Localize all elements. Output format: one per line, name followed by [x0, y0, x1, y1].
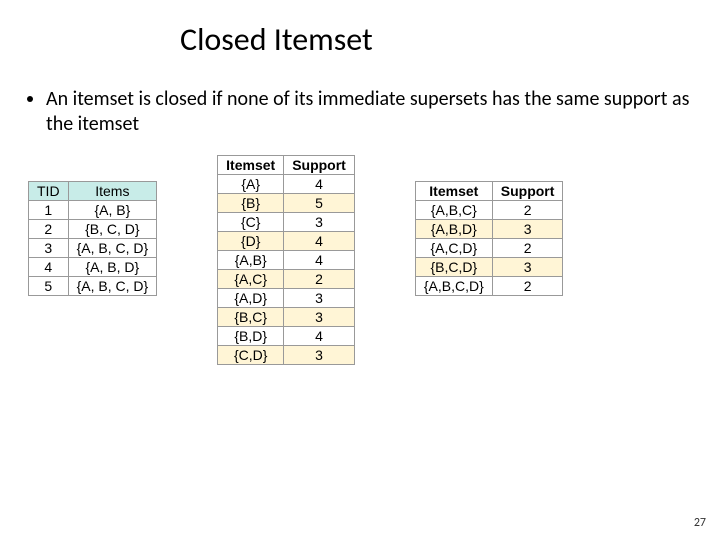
table-row: {A,C}2	[218, 270, 355, 289]
table-row: 4{A, B, D}	[29, 258, 157, 277]
th-support: Support	[284, 156, 355, 175]
th-items: Items	[68, 182, 157, 201]
table-row: 2{B, C, D}	[29, 220, 157, 239]
tables-container: TID Items 1{A, B} 2{B, C, D} 3{A, B, C, …	[0, 137, 720, 365]
table-header-row: TID Items	[29, 182, 157, 201]
table-header-row: Itemset Support	[218, 156, 355, 175]
slide-title: Closed Itemset	[0, 0, 720, 59]
table-row: {A,D}3	[218, 289, 355, 308]
itemset-support-table-1-2: Itemset Support {A}4 {B}5 {C}3 {D}4 {A,B…	[217, 155, 355, 365]
table-row: {A,B}4	[218, 251, 355, 270]
itemset-support-table-3-4: Itemset Support {A,B,C}2 {A,B,D}3 {A,C,D…	[415, 181, 564, 296]
table-row: {C}3	[218, 213, 355, 232]
tid-table: TID Items 1{A, B} 2{B, C, D} 3{A, B, C, …	[28, 181, 157, 296]
table-row: {A}4	[218, 175, 355, 194]
th-itemset: Itemset	[218, 156, 284, 175]
table-row: {A,B,C,D}2	[415, 277, 563, 296]
table-row: {B,D}4	[218, 327, 355, 346]
th-tid: TID	[29, 182, 69, 201]
table-row: {C,D}3	[218, 346, 355, 365]
th-support: Support	[492, 182, 563, 201]
bullet-block: An itemset is closed if none of its imme…	[0, 59, 720, 137]
table-row: {A,C,D}2	[415, 239, 563, 258]
table-row: 3{A, B, C, D}	[29, 239, 157, 258]
table-row: {B}5	[218, 194, 355, 213]
th-itemset: Itemset	[415, 182, 492, 201]
table-row: {B,C}3	[218, 308, 355, 327]
table-row: 1{A, B}	[29, 201, 157, 220]
bullet-text: An itemset is closed if none of its imme…	[46, 87, 692, 137]
table-row: {D}4	[218, 232, 355, 251]
page-number: 27	[694, 516, 706, 530]
table-row: {B,C,D}3	[415, 258, 563, 277]
table-row: 5{A, B, C, D}	[29, 277, 157, 296]
table-header-row: Itemset Support	[415, 182, 563, 201]
table-row: {A,B,D}3	[415, 220, 563, 239]
table-row: {A,B,C}2	[415, 201, 563, 220]
slide: Closed Itemset An itemset is closed if n…	[0, 0, 720, 540]
